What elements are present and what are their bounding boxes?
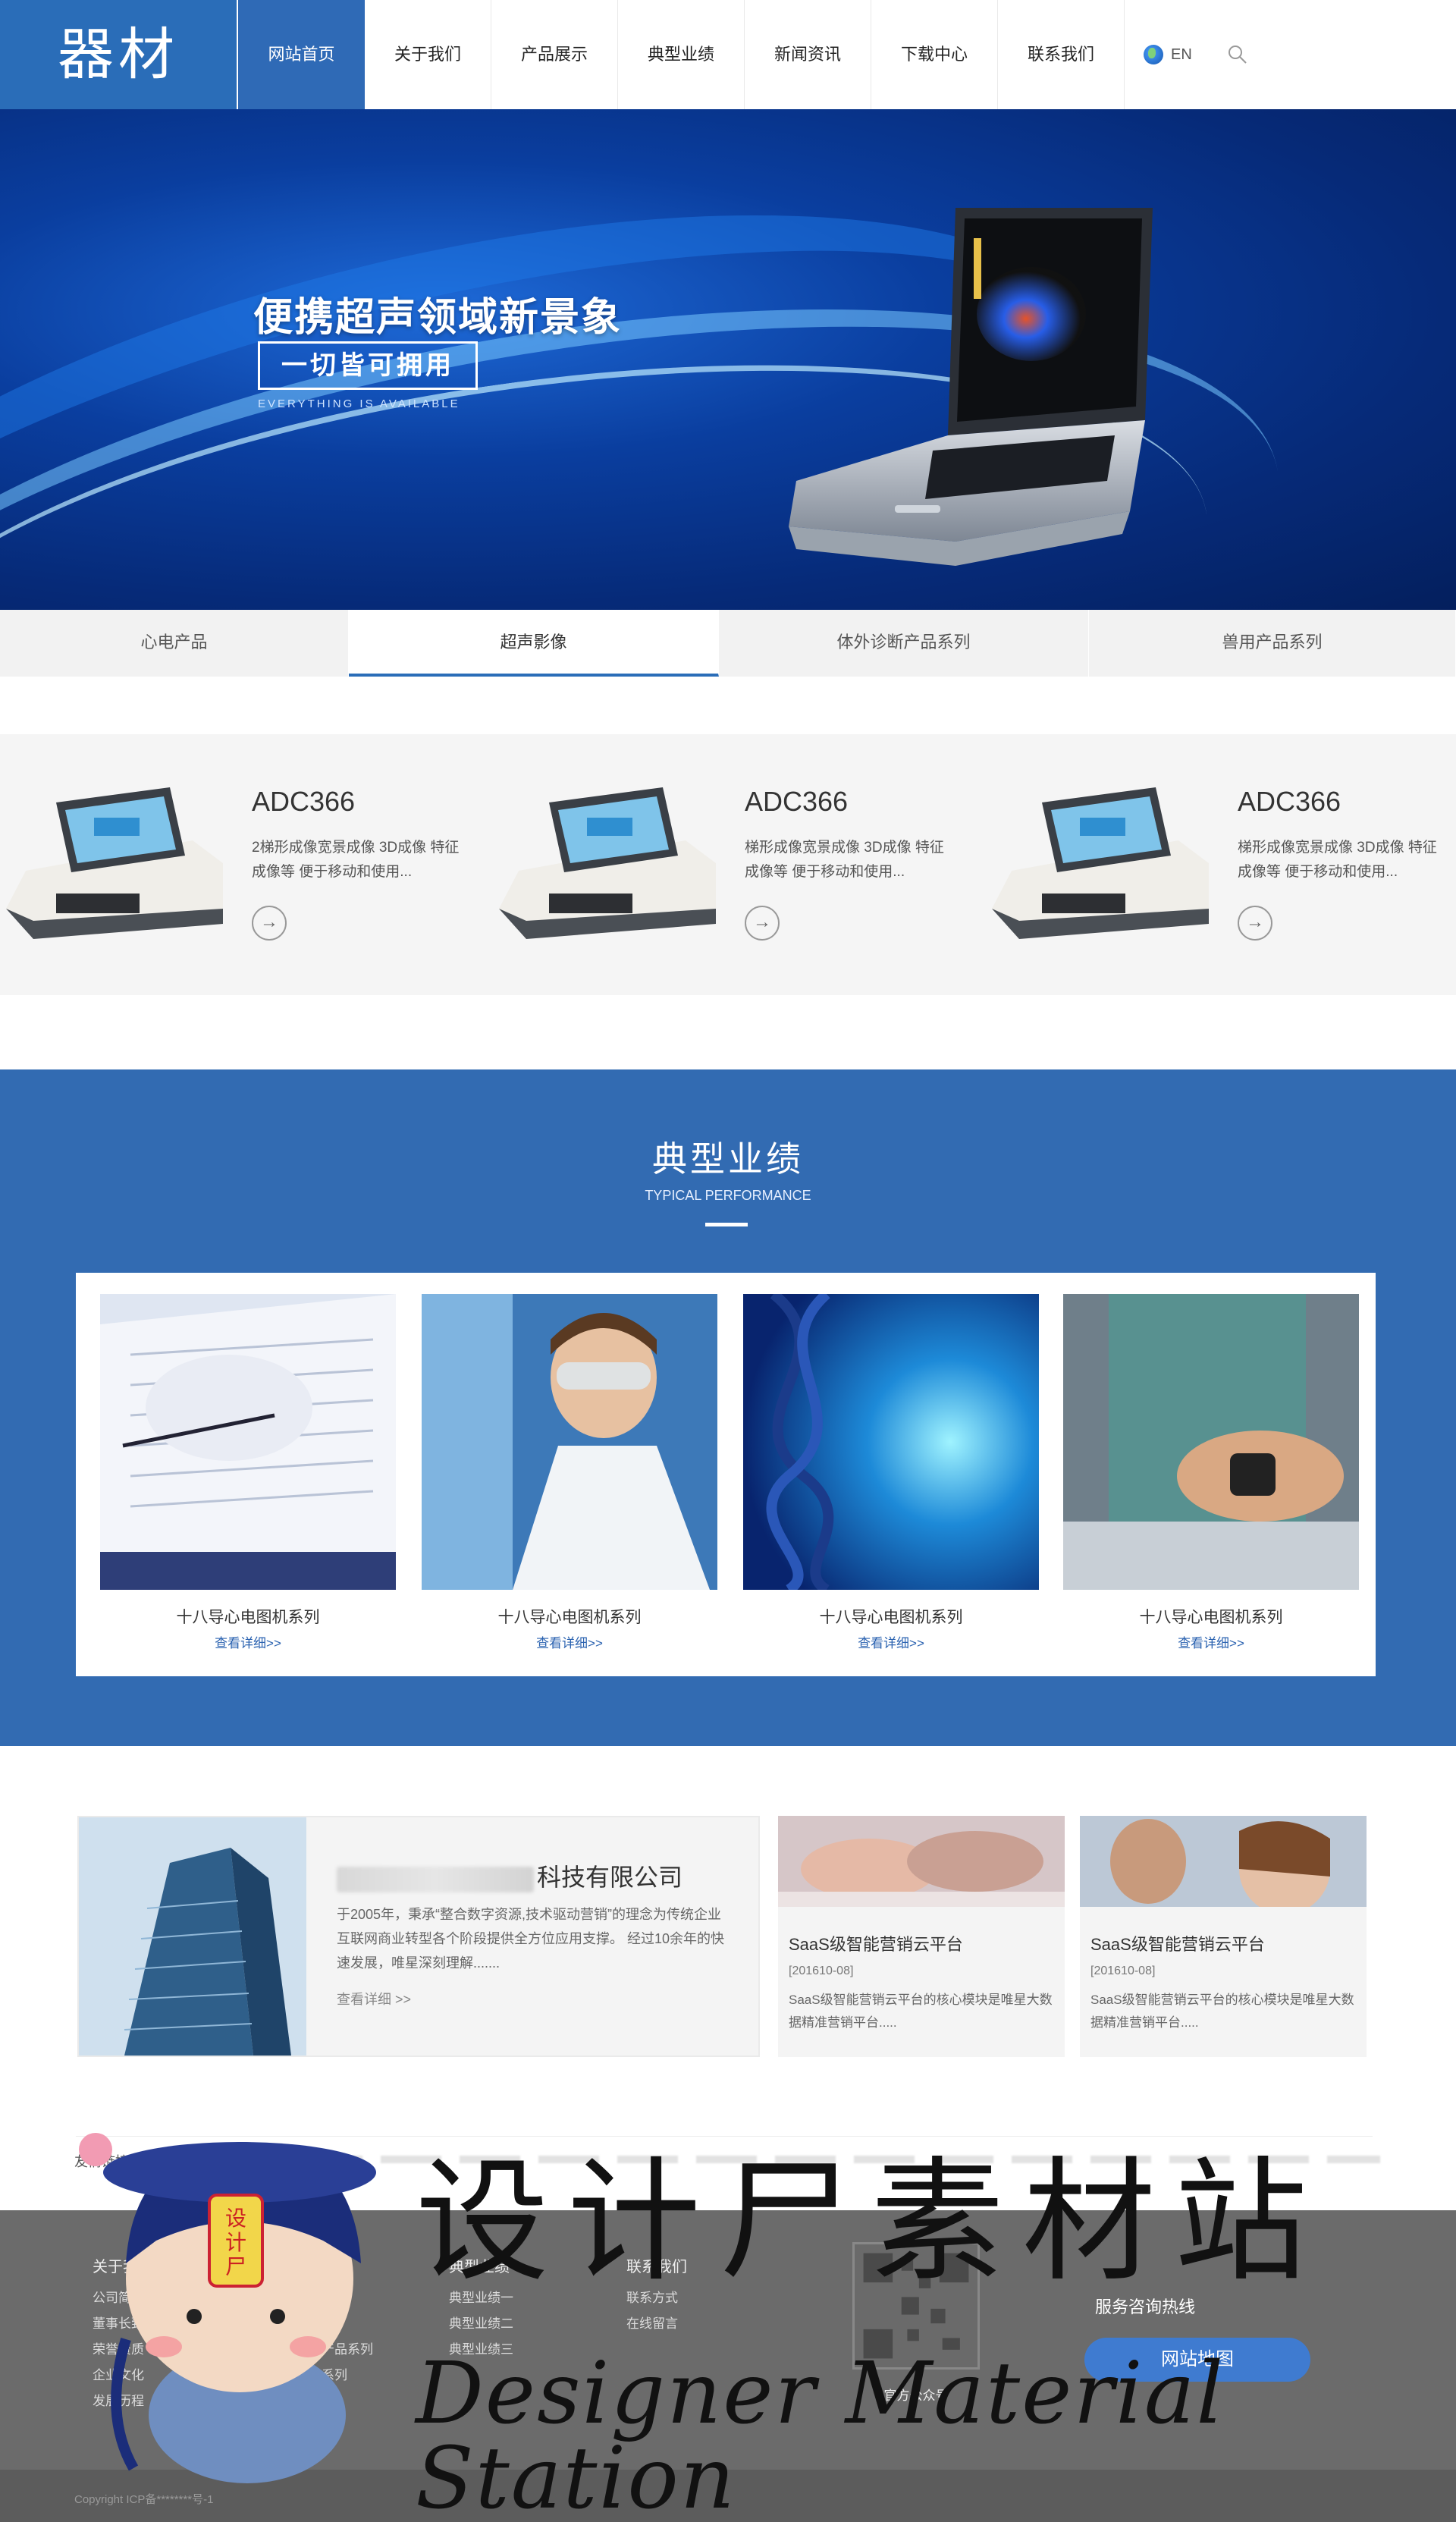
arrow-right-icon[interactable]: → bbox=[1238, 906, 1272, 941]
site-header: 器材 网站首页 关于我们 产品展示 典型业绩 新闻资讯 下载中心 联系我们 EN bbox=[0, 0, 1456, 109]
product-title: ADC366 bbox=[745, 786, 849, 817]
nav-about[interactable]: 关于我们 bbox=[365, 0, 491, 109]
product-description: 梯形成像宽景成像 3D成像 特征成像等 便于移动和使用... bbox=[745, 840, 944, 880]
news-image-people bbox=[1080, 1816, 1367, 1907]
case-card[interactable]: 十八导心电图机系列 查看详细>> bbox=[743, 1294, 1039, 1658]
about-company-card[interactable]: 科技有限公司 于2005年，秉承“整合数字资源,技术驱动营销”的理念为传统企业互… bbox=[77, 1816, 760, 2057]
building-image bbox=[79, 1817, 306, 2056]
news-date: [201610-08] bbox=[789, 1965, 854, 1977]
case-image-dna bbox=[743, 1294, 1039, 1590]
news-description: SaaS级智能营销云平台的核心模块是唯星大数据精准营销平台..... bbox=[1090, 1993, 1354, 2030]
news-title: SaaS级智能营销云平台 bbox=[1090, 1935, 1265, 1954]
mascot-badge-line: 设 bbox=[225, 2206, 246, 2231]
company-description: 于2005年，秉承“整合数字资源,技术驱动营销”的理念为传统企业互联网商业转型各… bbox=[337, 1907, 725, 1971]
product-list: ADC366 2梯形成像宽景成像 3D成像 特征成像等 便于移动和使用... →… bbox=[0, 734, 1456, 995]
section-subtitle: TYPICAL PERFORMANCE bbox=[645, 1188, 811, 1203]
ultrasound-laptop-image bbox=[789, 208, 1153, 566]
case-image-smartwatch bbox=[1063, 1294, 1359, 1590]
watermark-chinese: 设计尸素材站 bbox=[416, 2144, 1326, 2300]
footer-link[interactable]: 在线留言 bbox=[626, 2311, 687, 2337]
product-device-image bbox=[499, 787, 716, 939]
case-card[interactable]: 十八导心电图机系列 查看详细>> bbox=[422, 1294, 717, 1658]
redacted-text bbox=[337, 1866, 534, 1892]
news-image-hands bbox=[778, 1816, 1065, 1907]
product-description: 2梯形成像宽景成像 3D成像 特征成像等 便于移动和使用... bbox=[252, 840, 460, 880]
product-card[interactable]: ADC366 2梯形成像宽景成像 3D成像 特征成像等 便于移动和使用... → bbox=[0, 734, 485, 995]
case-card[interactable]: 十八导心电图机系列 查看详细>> bbox=[100, 1294, 396, 1658]
mascot-badge-line: 计 bbox=[225, 2230, 246, 2255]
case-image-scientist bbox=[422, 1294, 717, 1590]
case-title: 十八导心电图机系列 bbox=[1139, 1609, 1283, 1626]
watermark-mascot-image: 设 计 尸 bbox=[79, 2133, 376, 2483]
banner-tagline: 一切皆可拥用 bbox=[258, 341, 478, 390]
banner-headline: 便携超声领域新景象 bbox=[253, 296, 623, 340]
about-more-link[interactable]: 查看详细 >> bbox=[337, 1989, 411, 2008]
performance-panel: 十八导心电图机系列 查看详细>> 十八导心电图机系列 查看详细>> 十八导心电图… bbox=[76, 1273, 1376, 1676]
news-date: [201610-08] bbox=[1090, 1965, 1156, 1977]
main-nav: 网站首页 关于我们 产品展示 典型业绩 新闻资讯 下载中心 联系我们 bbox=[238, 0, 1125, 109]
title-underline bbox=[705, 1223, 748, 1226]
product-device-image bbox=[6, 787, 223, 939]
product-card[interactable]: ADC366 梯形成像宽景成像 3D成像 特征成像等 便于移动和使用... → bbox=[986, 734, 1456, 995]
case-title: 十八导心电图机系列 bbox=[176, 1609, 320, 1626]
case-image-document bbox=[100, 1294, 396, 1590]
language-label: EN bbox=[1171, 46, 1192, 63]
language-switch[interactable]: EN bbox=[1144, 41, 1192, 68]
case-detail-link[interactable]: 查看详细>> bbox=[743, 1632, 1039, 1651]
globe-icon bbox=[1144, 45, 1163, 64]
news-description: SaaS级智能营销云平台的核心模块是唯星大数据精准营销平台..... bbox=[789, 1993, 1053, 2030]
footer-link[interactable]: 典型业绩二 bbox=[449, 2311, 513, 2337]
case-detail-link[interactable]: 查看详细>> bbox=[422, 1632, 717, 1651]
case-detail-link[interactable]: 查看详细>> bbox=[100, 1632, 396, 1651]
product-device-image bbox=[992, 787, 1209, 939]
nav-downloads[interactable]: 下载中心 bbox=[871, 0, 998, 109]
nav-home[interactable]: 网站首页 bbox=[238, 0, 365, 109]
mascot-badge-line: 尸 bbox=[225, 2254, 246, 2279]
nav-contact[interactable]: 联系我们 bbox=[998, 0, 1125, 109]
company-name-visible: 科技有限公司 bbox=[537, 1864, 683, 1891]
case-card[interactable]: 十八导心电图机系列 查看详细>> bbox=[1063, 1294, 1359, 1658]
nav-performance[interactable]: 典型业绩 bbox=[618, 0, 745, 109]
product-card[interactable]: ADC366 梯形成像宽景成像 3D成像 特征成像等 便于移动和使用... → bbox=[493, 734, 978, 995]
tab-ecg[interactable]: 心电产品 bbox=[0, 610, 349, 677]
case-title: 十八导心电图机系列 bbox=[819, 1609, 963, 1626]
product-category-tabs: 心电产品 超声影像 体外诊断产品系列 兽用产品系列 bbox=[0, 610, 1456, 677]
case-detail-link[interactable]: 查看详细>> bbox=[1063, 1632, 1359, 1651]
product-description: 梯形成像宽景成像 3D成像 特征成像等 便于移动和使用... bbox=[1238, 840, 1437, 880]
arrow-right-icon[interactable]: → bbox=[252, 906, 287, 941]
news-card[interactable]: SaaS级智能营销云平台 [201610-08] SaaS级智能营销云平台的核心… bbox=[1080, 1816, 1367, 2057]
site-logo[interactable]: 器材 bbox=[0, 0, 237, 109]
product-title: ADC366 bbox=[252, 786, 356, 817]
tab-veterinary[interactable]: 兽用产品系列 bbox=[1089, 610, 1456, 677]
section-title: 典型业绩 bbox=[652, 1139, 804, 1179]
news-title: SaaS级智能营销云平台 bbox=[789, 1935, 963, 1954]
hero-banner[interactable]: 便携超声领域新景象 一切皆可拥用 EVERYTHING IS AVAILABLE bbox=[0, 109, 1456, 610]
search-icon[interactable] bbox=[1225, 42, 1250, 67]
product-title: ADC366 bbox=[1238, 786, 1341, 817]
company-name: 科技有限公司 bbox=[337, 1858, 682, 1893]
copyright-text: Copyright ICP备********号-1 bbox=[74, 2493, 214, 2506]
banner-subtext: EVERYTHING IS AVAILABLE bbox=[258, 397, 460, 410]
news-card[interactable]: SaaS级智能营销云平台 [201610-08] SaaS级智能营销云平台的核心… bbox=[778, 1816, 1065, 2057]
performance-section: 典型业绩 TYPICAL PERFORMANCE 十八导心电图机系列 查看详细>… bbox=[0, 1069, 1456, 1746]
case-title: 十八导心电图机系列 bbox=[497, 1609, 642, 1626]
nav-news[interactable]: 新闻资讯 bbox=[745, 0, 871, 109]
arrow-right-icon[interactable]: → bbox=[745, 906, 780, 941]
nav-products[interactable]: 产品展示 bbox=[491, 0, 618, 109]
tab-ivd[interactable]: 体外诊断产品系列 bbox=[719, 610, 1089, 677]
watermark-english: Designer Material Station bbox=[416, 2345, 1225, 2522]
tab-ultrasound[interactable]: 超声影像 bbox=[349, 610, 719, 677]
